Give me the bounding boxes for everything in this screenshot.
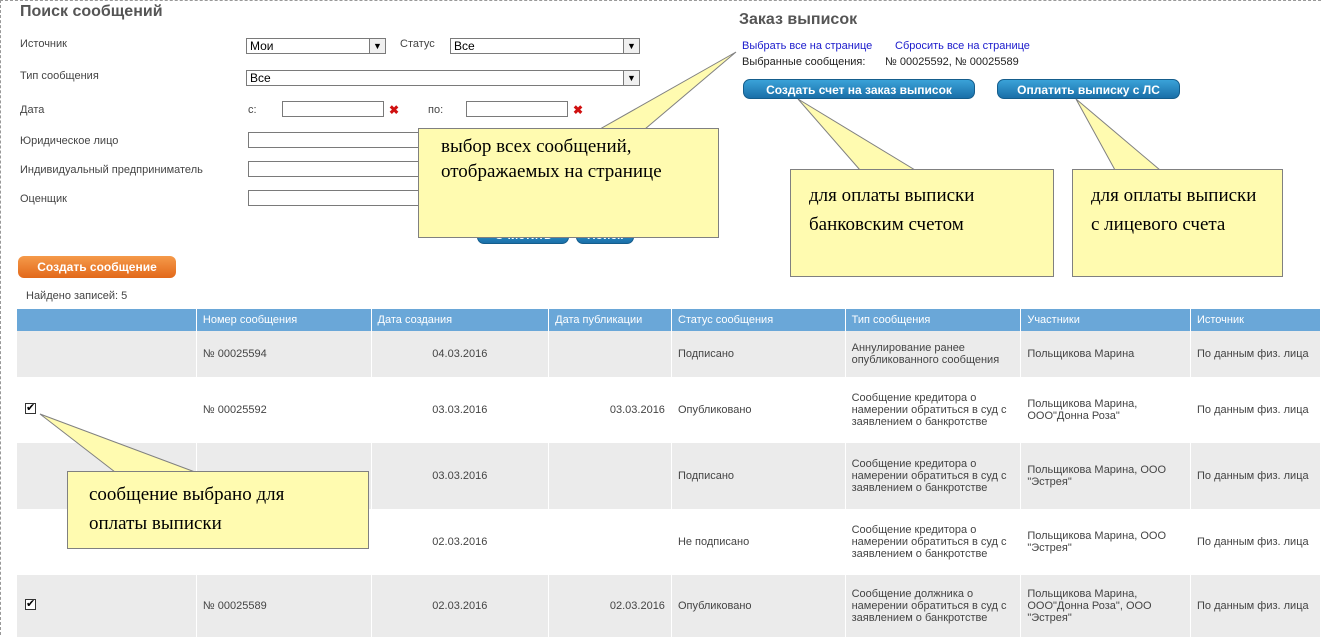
row-participants: Польщикова Марина, ООО "Эстрея" xyxy=(1020,509,1191,575)
reset-all-link[interactable]: Сбросить все на странице xyxy=(895,40,1030,52)
callout-select-all: выбор всех сообщений, отображаемых на ст… xyxy=(418,128,719,238)
column-header-participants[interactable]: Участники xyxy=(1020,309,1191,331)
column-header-source[interactable]: Источник xyxy=(1190,309,1321,331)
create-message-button[interactable]: Создать сообщение xyxy=(18,256,176,278)
column-header-select xyxy=(17,309,197,331)
pointer-create-invoice xyxy=(797,98,917,171)
row-checkbox[interactable] xyxy=(25,597,36,610)
callout-selected-row: сообщение выбрано для оплаты выписки xyxy=(67,471,369,549)
row-published: 03.03.2016 xyxy=(548,377,672,443)
status-select-value: Все xyxy=(454,39,475,53)
source-label: Источник xyxy=(20,38,67,50)
pointer-pay-from-account xyxy=(1075,98,1162,171)
row-participants: Польщикова Марина, ООО "Эстрея" xyxy=(1020,443,1191,509)
row-type: Аннулирование ранее опубликованного сооб… xyxy=(845,331,1022,377)
row-type: Сообщение должника о намерении обратитьс… xyxy=(845,575,1022,637)
column-header-published[interactable]: Дата публикации xyxy=(548,309,672,331)
row-status: Опубликовано xyxy=(671,377,846,443)
order-title: Заказ выписок xyxy=(739,11,858,28)
row-created: 02.03.2016 xyxy=(371,509,550,575)
pointer-select-all xyxy=(598,51,737,130)
row-source: По данным физ. лица xyxy=(1190,575,1321,637)
search-title: Поиск сообщений xyxy=(20,3,163,20)
row-published xyxy=(548,443,672,509)
select-all-link[interactable]: Выбрать все на странице xyxy=(742,40,872,52)
column-header-status[interactable]: Статус сообщения xyxy=(671,309,846,331)
row-number[interactable]: № 00025589 xyxy=(196,575,372,637)
row-participants: Польщикова Марина xyxy=(1020,331,1191,377)
entrepreneur-label: Индивидуальный предприниматель xyxy=(20,164,203,176)
column-header-type[interactable]: Тип сообщения xyxy=(845,309,1022,331)
source-select-value: Мои xyxy=(250,39,274,53)
row-participants: Польщикова Марина, ООО"Донна Роза" xyxy=(1020,377,1191,443)
row-published xyxy=(548,331,672,377)
row-status: Подписано xyxy=(671,443,846,509)
row-participants: Польщикова Марина, ООО"Донна Роза", ООО … xyxy=(1020,575,1191,637)
appraiser-label: Оценщик xyxy=(20,193,67,205)
date-to-input[interactable] xyxy=(466,101,568,117)
callout-bank-payment: для оплаты выписки банковским счетом xyxy=(790,169,1054,277)
message-type-select[interactable]: Все ▼ xyxy=(246,70,640,86)
column-header-created[interactable]: Дата создания xyxy=(371,309,550,331)
date-from-label: с: xyxy=(248,104,257,116)
found-count: Найдено записей: 5 xyxy=(26,290,128,302)
row-published xyxy=(548,509,672,575)
row-source: По данным физ. лица xyxy=(1190,509,1321,575)
legal-entity-label: Юридическое лицо xyxy=(20,135,119,147)
date-to-label: по: xyxy=(428,104,444,116)
date-label: Дата xyxy=(20,104,45,116)
clear-date-to-icon[interactable]: ✖ xyxy=(573,103,583,117)
row-source: По данным физ. лица xyxy=(1190,443,1321,509)
row-status: Подписано xyxy=(671,331,846,377)
table-row[interactable]: № 00025592 03.03.2016 03.03.2016 Опублик… xyxy=(17,377,1321,443)
message-type-label: Тип сообщения xyxy=(20,70,99,82)
status-label: Статус xyxy=(400,38,435,50)
row-source: По данным физ. лица xyxy=(1190,331,1321,377)
row-select-cell xyxy=(17,377,197,443)
row-select-cell xyxy=(17,575,197,637)
callout-account-payment: для оплаты выписки с лицевого счета xyxy=(1072,169,1283,277)
row-created: 04.03.2016 xyxy=(371,331,550,377)
table-row[interactable]: № 00025594 04.03.2016 Подписано Аннулиро… xyxy=(17,331,1321,377)
row-type: Сообщение кредитора о намерении обратить… xyxy=(845,377,1022,443)
selected-messages-label: Выбранные сообщения: xyxy=(742,56,866,68)
source-select[interactable]: Мои ▼ xyxy=(246,38,386,54)
column-header-number[interactable]: Номер сообщения xyxy=(196,309,372,331)
message-type-select-value: Все xyxy=(250,71,271,85)
row-number[interactable]: № 00025592 xyxy=(196,377,372,443)
row-created: 02.03.2016 xyxy=(371,575,550,637)
create-invoice-button[interactable]: Создать счет на заказ выписок xyxy=(743,79,975,99)
row-status: Опубликовано xyxy=(671,575,846,637)
frame-left-border xyxy=(0,0,2,635)
chevron-down-icon: ▼ xyxy=(623,71,639,85)
row-published: 02.03.2016 xyxy=(548,575,672,637)
row-created: 03.03.2016 xyxy=(371,443,550,509)
row-type: Сообщение кредитора о намерении обратить… xyxy=(845,443,1022,509)
chevron-down-icon: ▼ xyxy=(369,39,385,53)
row-created: 03.03.2016 xyxy=(371,377,550,443)
chevron-down-icon: ▼ xyxy=(623,39,639,53)
status-select[interactable]: Все ▼ xyxy=(450,38,640,54)
row-checkbox[interactable] xyxy=(25,401,36,414)
selected-messages-value: № 00025592, № 00025589 xyxy=(885,56,1019,68)
table-header-row: Номер сообщения Дата создания Дата публи… xyxy=(17,309,1321,331)
row-type: Сообщение кредитора о намерении обратить… xyxy=(845,509,1022,575)
row-source: По данным физ. лица xyxy=(1190,377,1321,443)
row-status: Не подписано xyxy=(671,509,846,575)
row-number[interactable]: № 00025594 xyxy=(196,331,372,377)
frame-top-border xyxy=(0,0,1321,2)
table-row[interactable]: № 00025589 02.03.2016 02.03.2016 Опублик… xyxy=(17,575,1321,637)
pay-from-account-button[interactable]: Оплатить выписку с ЛС xyxy=(997,79,1180,99)
date-from-input[interactable] xyxy=(282,101,384,117)
row-select-cell xyxy=(17,331,197,377)
clear-date-from-icon[interactable]: ✖ xyxy=(389,103,399,117)
